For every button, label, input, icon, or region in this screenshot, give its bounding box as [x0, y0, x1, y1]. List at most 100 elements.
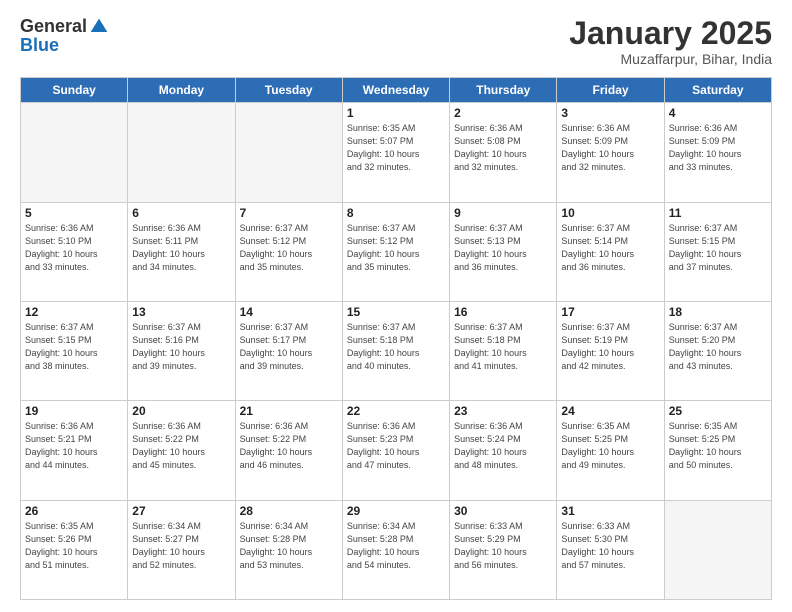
day-number: 16 [454, 305, 552, 319]
calendar-cell: 7 Sunrise: 6:37 AM Sunset: 5:12 PM Daylig… [235, 202, 342, 301]
day-info: Sunrise: 6:37 AM Sunset: 5:16 PM Dayligh… [132, 321, 230, 373]
day-number: 25 [669, 404, 767, 418]
calendar-cell: 30 Sunrise: 6:33 AM Sunset: 5:29 PM Dayli… [450, 500, 557, 599]
day-number: 7 [240, 206, 338, 220]
day-number: 18 [669, 305, 767, 319]
calendar-header-row: SundayMondayTuesdayWednesdayThursdayFrid… [21, 78, 772, 103]
day-info: Sunrise: 6:34 AM Sunset: 5:27 PM Dayligh… [132, 520, 230, 572]
day-number: 9 [454, 206, 552, 220]
day-number: 3 [561, 106, 659, 120]
day-info: Sunrise: 6:35 AM Sunset: 5:25 PM Dayligh… [561, 420, 659, 472]
day-info: Sunrise: 6:37 AM Sunset: 5:15 PM Dayligh… [25, 321, 123, 373]
day-number: 22 [347, 404, 445, 418]
day-info: Sunrise: 6:33 AM Sunset: 5:30 PM Dayligh… [561, 520, 659, 572]
day-number: 4 [669, 106, 767, 120]
day-number: 31 [561, 504, 659, 518]
calendar-table: SundayMondayTuesdayWednesdayThursdayFrid… [20, 77, 772, 600]
page: General Blue January 2025 Muzaffarpur, B… [0, 0, 792, 612]
calendar-cell: 6Sunrise: 6:36 AM Sunset: 5:11 PM Daylig… [128, 202, 235, 301]
calendar-cell: 31 Sunrise: 6:33 AM Sunset: 5:30 PM Dayli… [557, 500, 664, 599]
day-number: 11 [669, 206, 767, 220]
calendar-cell: 12 Sunrise: 6:37 AM Sunset: 5:15 PM Dayli… [21, 301, 128, 400]
day-number: 12 [25, 305, 123, 319]
day-info: Sunrise: 6:36 AM Sunset: 5:21 PM Dayligh… [25, 420, 123, 472]
calendar-week-row: 19 Sunrise: 6:36 AM Sunset: 5:21 PM Dayli… [21, 401, 772, 500]
day-number: 8 [347, 206, 445, 220]
day-number: 23 [454, 404, 552, 418]
day-number: 14 [240, 305, 338, 319]
day-info: Sunrise: 6:37 AM Sunset: 5:13 PM Dayligh… [454, 222, 552, 274]
calendar-cell [21, 103, 128, 202]
calendar-cell: 29 Sunrise: 6:34 AM Sunset: 5:28 PM Dayli… [342, 500, 449, 599]
header: General Blue January 2025 Muzaffarpur, B… [20, 16, 772, 67]
day-info: Sunrise: 6:37 AM Sunset: 5:18 PM Dayligh… [454, 321, 552, 373]
calendar-cell: 25Sunrise: 6:35 AM Sunset: 5:25 PM Dayli… [664, 401, 771, 500]
calendar-cell: 17 Sunrise: 6:37 AM Sunset: 5:19 PM Dayli… [557, 301, 664, 400]
day-info: Sunrise: 6:33 AM Sunset: 5:29 PM Dayligh… [454, 520, 552, 572]
calendar-week-row: 26 Sunrise: 6:35 AM Sunset: 5:26 PM Dayli… [21, 500, 772, 599]
calendar-cell: 24 Sunrise: 6:35 AM Sunset: 5:25 PM Dayli… [557, 401, 664, 500]
calendar-cell: 2Sunrise: 6:36 AM Sunset: 5:08 PM Daylig… [450, 103, 557, 202]
day-info: Sunrise: 6:37 AM Sunset: 5:19 PM Dayligh… [561, 321, 659, 373]
day-info: Sunrise: 6:37 AM Sunset: 5:18 PM Dayligh… [347, 321, 445, 373]
day-number: 19 [25, 404, 123, 418]
calendar-cell: 14 Sunrise: 6:37 AM Sunset: 5:17 PM Dayli… [235, 301, 342, 400]
calendar-cell: 27 Sunrise: 6:34 AM Sunset: 5:27 PM Dayli… [128, 500, 235, 599]
logo-general-text: General [20, 16, 87, 37]
calendar-cell [128, 103, 235, 202]
logo: General Blue [20, 16, 109, 56]
day-number: 5 [25, 206, 123, 220]
calendar-cell: 22 Sunrise: 6:36 AM Sunset: 5:23 PM Dayli… [342, 401, 449, 500]
day-info: Sunrise: 6:36 AM Sunset: 5:09 PM Dayligh… [561, 122, 659, 174]
calendar-header-friday: Friday [557, 78, 664, 103]
day-number: 28 [240, 504, 338, 518]
day-number: 27 [132, 504, 230, 518]
logo-icon [89, 17, 109, 37]
calendar-header-thursday: Thursday [450, 78, 557, 103]
calendar-cell: 20 Sunrise: 6:36 AM Sunset: 5:22 PM Dayli… [128, 401, 235, 500]
day-info: Sunrise: 6:34 AM Sunset: 5:28 PM Dayligh… [347, 520, 445, 572]
calendar-week-row: 1Sunrise: 6:35 AM Sunset: 5:07 PM Daylig… [21, 103, 772, 202]
day-number: 21 [240, 404, 338, 418]
calendar-cell [664, 500, 771, 599]
day-info: Sunrise: 6:36 AM Sunset: 5:23 PM Dayligh… [347, 420, 445, 472]
day-info: Sunrise: 6:37 AM Sunset: 5:17 PM Dayligh… [240, 321, 338, 373]
logo-blue-text: Blue [20, 35, 59, 56]
day-info: Sunrise: 6:34 AM Sunset: 5:28 PM Dayligh… [240, 520, 338, 572]
calendar-cell: 4 Sunrise: 6:36 AM Sunset: 5:09 PM Daylig… [664, 103, 771, 202]
day-number: 15 [347, 305, 445, 319]
day-info: Sunrise: 6:36 AM Sunset: 5:22 PM Dayligh… [132, 420, 230, 472]
day-number: 2 [454, 106, 552, 120]
calendar-cell: 15 Sunrise: 6:37 AM Sunset: 5:18 PM Dayli… [342, 301, 449, 400]
calendar-week-row: 5 Sunrise: 6:36 AM Sunset: 5:10 PM Daylig… [21, 202, 772, 301]
calendar-header-sunday: Sunday [21, 78, 128, 103]
calendar-cell: 1Sunrise: 6:35 AM Sunset: 5:07 PM Daylig… [342, 103, 449, 202]
day-info: Sunrise: 6:36 AM Sunset: 5:09 PM Dayligh… [669, 122, 767, 174]
day-number: 29 [347, 504, 445, 518]
calendar-week-row: 12 Sunrise: 6:37 AM Sunset: 5:15 PM Dayli… [21, 301, 772, 400]
calendar-header-monday: Monday [128, 78, 235, 103]
day-number: 20 [132, 404, 230, 418]
calendar-cell: 26 Sunrise: 6:35 AM Sunset: 5:26 PM Dayli… [21, 500, 128, 599]
calendar-cell: 13Sunrise: 6:37 AM Sunset: 5:16 PM Dayli… [128, 301, 235, 400]
calendar-header-tuesday: Tuesday [235, 78, 342, 103]
day-number: 26 [25, 504, 123, 518]
month-title: January 2025 [569, 16, 772, 51]
calendar-cell: 18Sunrise: 6:37 AM Sunset: 5:20 PM Dayli… [664, 301, 771, 400]
calendar-cell: 23 Sunrise: 6:36 AM Sunset: 5:24 PM Dayli… [450, 401, 557, 500]
calendar-cell: 19 Sunrise: 6:36 AM Sunset: 5:21 PM Dayli… [21, 401, 128, 500]
day-number: 17 [561, 305, 659, 319]
day-number: 6 [132, 206, 230, 220]
day-info: Sunrise: 6:36 AM Sunset: 5:10 PM Dayligh… [25, 222, 123, 274]
day-info: Sunrise: 6:37 AM Sunset: 5:15 PM Dayligh… [669, 222, 767, 274]
day-number: 10 [561, 206, 659, 220]
day-info: Sunrise: 6:37 AM Sunset: 5:12 PM Dayligh… [240, 222, 338, 274]
day-number: 30 [454, 504, 552, 518]
calendar-cell [235, 103, 342, 202]
day-info: Sunrise: 6:36 AM Sunset: 5:24 PM Dayligh… [454, 420, 552, 472]
day-number: 24 [561, 404, 659, 418]
day-info: Sunrise: 6:35 AM Sunset: 5:26 PM Dayligh… [25, 520, 123, 572]
calendar-header-saturday: Saturday [664, 78, 771, 103]
calendar-cell: 28 Sunrise: 6:34 AM Sunset: 5:28 PM Dayli… [235, 500, 342, 599]
calendar-cell: 16 Sunrise: 6:37 AM Sunset: 5:18 PM Dayli… [450, 301, 557, 400]
